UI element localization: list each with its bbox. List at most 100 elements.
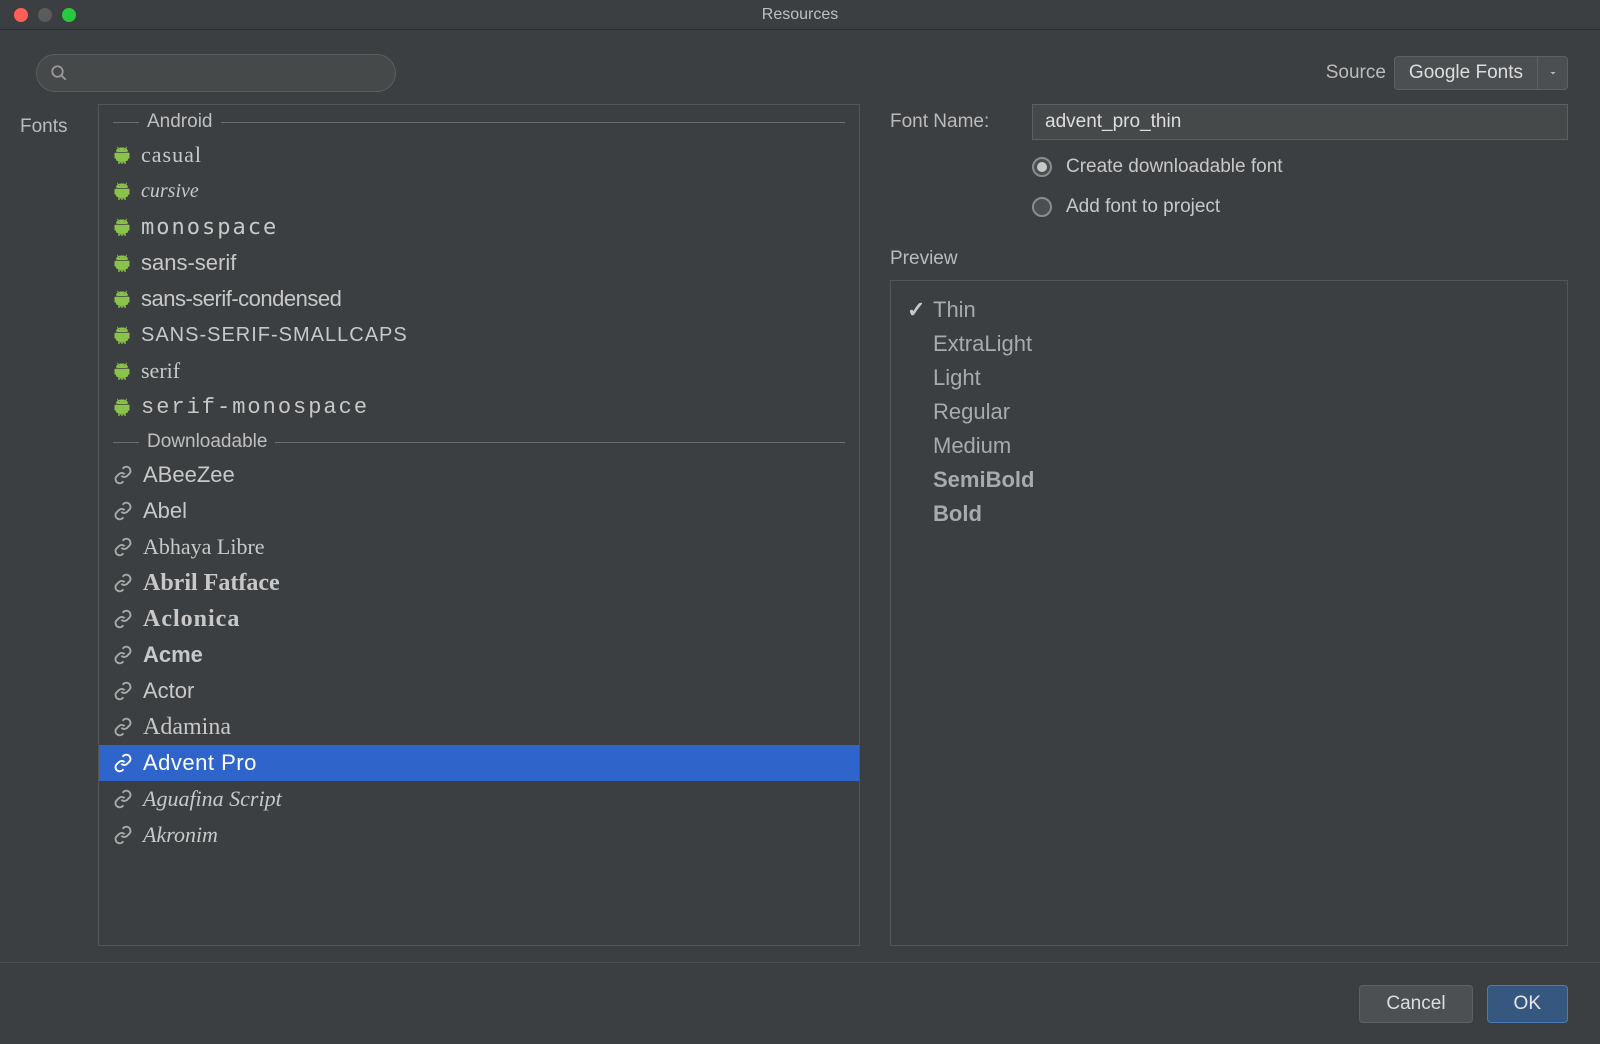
font-name: sans-serif <box>141 250 236 276</box>
link-icon <box>113 753 133 773</box>
link-icon <box>113 825 133 845</box>
font-item[interactable]: cursive <box>99 173 859 209</box>
preview-weight-item[interactable]: Bold <box>907 497 1551 531</box>
font-item[interactable]: sans-serif-condensed <box>99 281 859 317</box>
font-item[interactable]: Abril Fatface <box>99 565 859 601</box>
link-icon <box>113 465 133 485</box>
font-list-panel: Android casual cursive monospace sans-serif s… <box>98 104 860 946</box>
search-icon <box>50 64 68 82</box>
font-item[interactable]: casual <box>99 137 859 173</box>
close-icon[interactable] <box>14 8 28 22</box>
font-name-label: Font Name: <box>890 111 1020 133</box>
preview-weight-item[interactable]: Light <box>907 361 1551 395</box>
android-icon <box>113 217 131 237</box>
link-icon <box>113 645 133 665</box>
font-item[interactable]: Actor <box>99 673 859 709</box>
font-name: sans-serif-condensed <box>141 286 341 312</box>
font-item[interactable]: Advent Pro <box>99 745 859 781</box>
source-dropdown[interactable]: Google Fonts <box>1394 56 1568 90</box>
font-item[interactable]: Abhaya Libre <box>99 529 859 565</box>
android-icon <box>113 397 131 417</box>
font-name: cursive <box>141 180 199 203</box>
android-icon <box>113 325 131 345</box>
preview-weight-item[interactable]: Medium <box>907 429 1551 463</box>
source-label: Source <box>1326 62 1386 84</box>
font-item[interactable]: Akronim <box>99 817 859 853</box>
group-header-android: Android <box>99 105 859 137</box>
radio-add-to-project[interactable]: Add font to project <box>1032 196 1568 218</box>
cancel-button[interactable]: Cancel <box>1359 985 1472 1023</box>
font-item[interactable]: Acme <box>99 637 859 673</box>
preview-weight-label: Medium <box>933 433 1011 459</box>
font-name: monospace <box>141 215 278 240</box>
link-icon <box>113 717 133 737</box>
font-item[interactable]: sans-serif <box>99 245 859 281</box>
dialog-body: Fonts Android casual cursive monospace sans-… <box>0 104 1600 962</box>
link-icon <box>113 501 133 521</box>
android-icon <box>113 361 131 381</box>
font-item[interactable]: Aguafina Script <box>99 781 859 817</box>
font-item[interactable]: monospace <box>99 209 859 245</box>
preview-weight-label: Regular <box>933 399 1010 425</box>
radio-icon <box>1032 197 1052 217</box>
zoom-icon[interactable] <box>62 8 76 22</box>
font-name: Aclonica <box>143 606 240 633</box>
preview-weight-item[interactable]: Regular <box>907 395 1551 429</box>
radio-label: Create downloadable font <box>1066 156 1283 178</box>
font-name: Advent Pro <box>143 750 257 776</box>
group-title: Android <box>147 111 213 133</box>
link-icon <box>113 537 133 557</box>
link-icon <box>113 609 133 629</box>
search-input[interactable] <box>36 54 396 92</box>
source-selector: Source Google Fonts <box>1326 56 1568 90</box>
preview-panel: ✓ Thin ExtraLight Light Regular Medium SemiBol… <box>890 280 1568 946</box>
radio-create-downloadable[interactable]: Create downloadable font <box>1032 156 1568 178</box>
dialog-footer: Cancel OK <box>0 962 1600 1044</box>
window-controls <box>0 8 76 22</box>
preview-weight-item[interactable]: SemiBold <box>907 463 1551 497</box>
check-icon: ✓ <box>907 297 925 323</box>
font-item[interactable]: serif <box>99 353 859 389</box>
font-item[interactable]: Aclonica <box>99 601 859 637</box>
font-name-row: Font Name: <box>890 104 1568 140</box>
search-field-wrap <box>36 54 396 92</box>
preview-weight-label: ExtraLight <box>933 331 1032 357</box>
preview-weight-label: Bold <box>933 501 982 527</box>
font-name: Abril Fatface <box>143 570 280 597</box>
radio-icon <box>1032 157 1052 177</box>
font-item[interactable]: Abel <box>99 493 859 529</box>
fonts-label: Fonts <box>20 104 84 946</box>
preview-weight-item[interactable]: ✓ Thin <box>907 293 1551 327</box>
font-name: SANS-SERIF-SMALLCAPS <box>141 324 408 347</box>
toolbar: Source Google Fonts <box>0 30 1600 104</box>
radio-label: Add font to project <box>1066 196 1220 218</box>
font-name: Akronim <box>143 822 218 848</box>
preview-label: Preview <box>890 248 1568 270</box>
font-item[interactable]: ABeeZee <box>99 457 859 493</box>
font-name: ABeeZee <box>143 462 235 488</box>
link-icon <box>113 789 133 809</box>
minimize-icon[interactable] <box>38 8 52 22</box>
preview-weight-label: Thin <box>933 297 976 323</box>
font-item[interactable]: serif-monospace <box>99 389 859 425</box>
link-icon <box>113 681 133 701</box>
font-name: Adamina <box>143 714 231 741</box>
android-icon <box>113 289 131 309</box>
font-name: serif <box>141 358 180 384</box>
font-item[interactable]: SANS-SERIF-SMALLCAPS <box>99 317 859 353</box>
preview-weight-label: Light <box>933 365 981 391</box>
font-name: serif-monospace <box>141 395 369 420</box>
font-item[interactable]: Adamina <box>99 709 859 745</box>
android-icon <box>113 253 131 273</box>
details-column: Font Name: Create downloadable font Add … <box>890 104 1568 946</box>
android-icon <box>113 181 131 201</box>
fonts-column: Fonts Android casual cursive monospace sans-… <box>20 104 860 946</box>
font-name: Aguafina Script <box>143 786 282 812</box>
group-header-downloadable: Downloadable <box>99 425 859 457</box>
title-bar: Resources <box>0 0 1600 30</box>
font-name-input[interactable] <box>1032 104 1568 140</box>
preview-weight-label: SemiBold <box>933 467 1034 493</box>
ok-button[interactable]: OK <box>1487 985 1568 1023</box>
font-name: Abel <box>143 498 187 524</box>
preview-weight-item[interactable]: ExtraLight <box>907 327 1551 361</box>
